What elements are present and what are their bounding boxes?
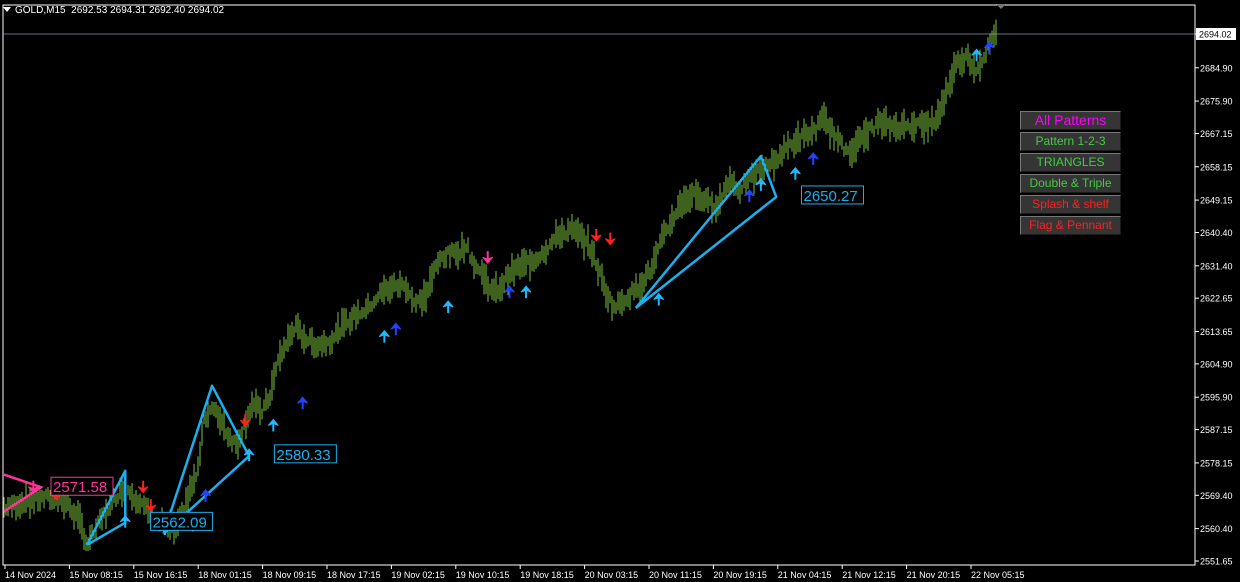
y-tick-label: 2658.15 — [1200, 162, 1233, 172]
arrow-up-icon — [297, 396, 309, 410]
triangle-pattern — [634, 154, 778, 309]
pattern-button-flag-pennant[interactable]: Flag & Pennant — [1020, 216, 1121, 235]
pattern-button-double-triple[interactable]: Double & Triple — [1020, 174, 1121, 193]
arrow-up-icon — [755, 178, 767, 191]
y-tick-label: 2613.65 — [1200, 327, 1233, 337]
level-label: 2571.58 — [53, 479, 107, 496]
y-tick-label: 2595.90 — [1200, 393, 1233, 403]
x-tick-label: 20 Nov 19:15 — [713, 570, 767, 580]
x-tick-label: 21 Nov 04:15 — [778, 570, 832, 580]
chart-shift-marker-icon[interactable] — [996, 4, 1006, 9]
pattern-button-all-patterns[interactable]: All Patterns — [1020, 111, 1121, 130]
arrow-up-icon — [390, 322, 402, 336]
x-tick-label: 22 Nov 05:15 — [971, 570, 1025, 580]
y-tick-label: 2604.90 — [1200, 359, 1233, 369]
arrow-down-icon — [604, 232, 616, 246]
level-label: 2562.09 — [153, 514, 207, 531]
y-tick-label: 2578.15 — [1200, 458, 1233, 468]
x-tick-label: 18 Nov 01:15 — [198, 570, 252, 580]
x-tick-label: 19 Nov 02:15 — [391, 570, 445, 580]
x-tick-label: 20 Nov 03:15 — [585, 570, 639, 580]
y-tick-label: 2675.90 — [1200, 97, 1233, 107]
y-tick-label: 2560.40 — [1200, 524, 1233, 534]
y-tick-label: 2622.65 — [1200, 294, 1233, 304]
price-bars — [3, 19, 997, 552]
pattern-button-panel: All Patterns Pattern 1-2-3 TRIANGLES Double… — [1020, 111, 1121, 237]
level-label: 2580.33 — [276, 447, 330, 464]
x-tick-label: 14 Nov 2024 — [5, 570, 56, 580]
pattern-button-triangles[interactable]: TRIANGLES — [1020, 153, 1121, 172]
arrow-up-icon — [442, 300, 454, 313]
x-tick-label: 18 Nov 17:15 — [327, 570, 381, 580]
arrow-down-icon — [482, 251, 494, 264]
pattern-button-splash-shelf[interactable]: Splash & shelf — [1020, 195, 1121, 214]
y-tick-label: 2684.90 — [1200, 63, 1233, 73]
arrow-down-icon — [145, 499, 157, 512]
arrow-up-icon — [789, 166, 801, 180]
y-tick-label: 2694.02 — [1199, 30, 1232, 40]
price-chart[interactable]: 2694.02 2684.90 2675.90 2667.15 2658.15 2649.… — [0, 0, 1240, 582]
x-tick-label: 19 Nov 18:15 — [520, 570, 574, 580]
y-tick-label: 2631.40 — [1200, 261, 1233, 271]
arrow-up-icon — [267, 418, 279, 432]
arrow-up-icon — [653, 292, 665, 306]
x-tick-label: 19 Nov 10:15 — [456, 570, 510, 580]
arrow-down-icon — [590, 228, 602, 242]
x-tick-label: 18 Nov 09:15 — [263, 570, 317, 580]
x-tick-label: 20 Nov 11:15 — [649, 570, 702, 580]
y-tick-label: 2551.65 — [1200, 557, 1233, 567]
arrow-up-icon — [807, 152, 819, 165]
x-tick-label: 21 Nov 20:15 — [907, 570, 961, 580]
arrow-down-icon — [239, 414, 251, 427]
y-tick-label: 2587.15 — [1200, 425, 1233, 435]
arrow-down-icon — [137, 480, 149, 494]
x-tick-label: 15 Nov 08:15 — [69, 570, 123, 580]
y-tick-label: 2649.15 — [1200, 196, 1233, 206]
arrow-up-icon — [504, 285, 515, 299]
level-label: 2650.27 — [804, 188, 858, 205]
x-tick-label: 21 Nov 12:15 — [842, 570, 896, 580]
triangle-pattern — [162, 384, 251, 535]
y-tick-label: 2640.40 — [1200, 228, 1233, 238]
y-tick-label: 2667.15 — [1200, 129, 1233, 139]
pattern-button-pattern-1-2-3[interactable]: Pattern 1-2-3 — [1020, 132, 1121, 151]
y-tick-label: 2569.40 — [1200, 491, 1233, 501]
arrow-up-icon — [378, 329, 390, 343]
x-tick-label: 15 Nov 16:15 — [134, 570, 188, 580]
arrow-up-icon — [520, 285, 532, 299]
